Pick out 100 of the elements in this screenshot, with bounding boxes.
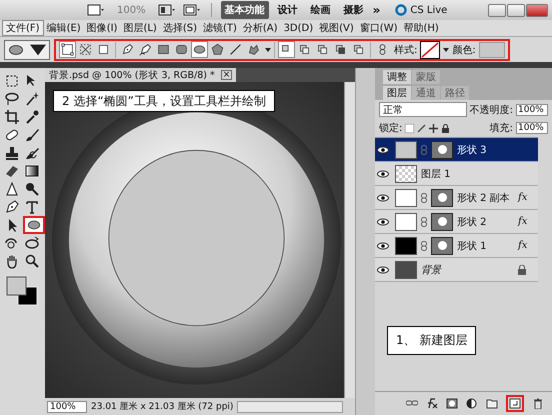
cs-live-icon[interactable] bbox=[395, 4, 408, 16]
chain-icon[interactable] bbox=[421, 216, 427, 226]
eye-icon[interactable] bbox=[377, 242, 389, 250]
menu-item[interactable]: 窗口(W) bbox=[356, 21, 400, 35]
instruction-callout: 2 选择“椭圆”工具，设置工具栏并绘制 bbox=[53, 90, 275, 112]
overflow-button[interactable]: » bbox=[372, 3, 380, 17]
lock-icon[interactable] bbox=[441, 124, 450, 132]
new-layer-button[interactable] bbox=[506, 395, 524, 412]
layer-name: 形状 2 副本 bbox=[457, 192, 511, 204]
opacity-label: 不透明度: bbox=[470, 104, 513, 116]
eye-icon[interactable] bbox=[377, 266, 389, 274]
panel-tab[interactable]: 通道 bbox=[412, 86, 440, 100]
workspace-button[interactable]: 摄影 bbox=[340, 1, 368, 19]
menu-item[interactable]: 视图(V) bbox=[316, 21, 357, 35]
brush-tool-icon[interactable] bbox=[23, 126, 41, 144]
trash-icon[interactable] bbox=[532, 398, 544, 409]
vector-mask-thumbnail bbox=[431, 188, 453, 206]
folder-icon[interactable] bbox=[486, 398, 498, 409]
instruction-callout: 1、 新建图层 bbox=[387, 326, 476, 355]
lock-label: 锁定: bbox=[379, 122, 402, 135]
polygon-tool-icon[interactable] bbox=[209, 41, 226, 58]
eye-icon[interactable] bbox=[377, 194, 389, 202]
effects-badge[interactable]: fx bbox=[518, 216, 538, 227]
layer-row[interactable]: 形状 3 bbox=[375, 138, 538, 162]
layer-row[interactable]: 形状 2 副本 fx bbox=[375, 186, 538, 210]
menu-item[interactable]: 分析(A) bbox=[240, 21, 281, 35]
caret-icon[interactable] bbox=[265, 48, 271, 52]
menu-item[interactable]: 编辑(E) bbox=[44, 21, 84, 35]
menu-item[interactable]: 滤镜(T) bbox=[200, 21, 240, 35]
eye-icon[interactable] bbox=[377, 170, 389, 178]
document-tab[interactable]: 背景.psd @ 100% (形状 3, RGB/8) * × bbox=[45, 68, 236, 82]
color-label: 颜色: bbox=[452, 44, 476, 56]
workspace-button[interactable]: 基本功能 bbox=[220, 1, 269, 19]
horizontal-scrollbar[interactable] bbox=[237, 400, 343, 412]
document-info: 23.01 厘米 x 21.03 厘米 (72 ppi) bbox=[91, 400, 234, 413]
vertical-scrollbar[interactable] bbox=[344, 82, 355, 398]
screen-mode-icon[interactable] bbox=[182, 3, 202, 17]
lock-icon bbox=[518, 264, 526, 274]
tab-close-button[interactable]: × bbox=[220, 70, 232, 80]
move-icon[interactable] bbox=[429, 124, 438, 132]
panel-tab[interactable]: 路径 bbox=[441, 86, 469, 100]
panel-tab[interactable]: 蒙版 bbox=[412, 70, 440, 84]
vector-mask-thumbnail bbox=[431, 140, 453, 158]
lasso-tool-icon[interactable] bbox=[3, 90, 21, 108]
layer-row[interactable]: 形状 1 fx bbox=[375, 234, 538, 258]
shape-layer-mode-icon[interactable] bbox=[59, 41, 76, 58]
layer-row[interactable]: 形状 2 fx bbox=[375, 210, 538, 234]
fill-field[interactable]: 100% bbox=[516, 122, 548, 134]
path-mode-icon[interactable] bbox=[77, 41, 94, 58]
close-button[interactable] bbox=[526, 4, 548, 16]
adjustment-icon[interactable] bbox=[466, 398, 478, 409]
layer-row[interactable]: 背景 bbox=[375, 258, 538, 282]
chain-icon[interactable] bbox=[421, 240, 427, 250]
zoom-tool-icon[interactable] bbox=[23, 252, 41, 270]
eye-icon[interactable] bbox=[377, 218, 389, 226]
caret-icon bbox=[30, 42, 46, 58]
opacity-field[interactable]: 100% bbox=[516, 104, 548, 116]
layer-name: 形状 2 bbox=[457, 216, 488, 228]
zoom-field[interactable]: 100% bbox=[47, 400, 87, 412]
vector-mask-thumbnail bbox=[431, 212, 453, 230]
cs-live-menu[interactable]: CS Live bbox=[410, 4, 448, 16]
color-swatches-icon[interactable] bbox=[6, 276, 38, 306]
menu-item[interactable]: 帮助(H) bbox=[400, 21, 442, 35]
effects-badge[interactable]: fx bbox=[518, 240, 538, 251]
workspace-button[interactable]: 设计 bbox=[274, 1, 302, 19]
mask-icon[interactable] bbox=[446, 398, 458, 409]
eye-icon[interactable] bbox=[377, 146, 389, 154]
layer-name: 形状 3 bbox=[457, 144, 488, 156]
dodge-tool-icon[interactable] bbox=[23, 180, 41, 198]
chain-icon[interactable] bbox=[421, 192, 427, 202]
layer-thumbnail bbox=[395, 164, 417, 182]
caret-icon[interactable] bbox=[443, 48, 450, 52]
effects-badge[interactable]: fx bbox=[518, 192, 538, 203]
blend-mode-dropdown[interactable]: 正常 bbox=[379, 102, 467, 117]
vector-mask-thumbnail bbox=[431, 236, 453, 254]
menu-item[interactable]: 图像(I) bbox=[84, 21, 120, 35]
ellipse-tool-icon[interactable] bbox=[23, 216, 45, 234]
color-swatch[interactable] bbox=[478, 42, 505, 58]
minimize-button[interactable] bbox=[488, 4, 506, 16]
tool-preset-picker[interactable] bbox=[4, 40, 50, 60]
menu-item[interactable]: 文件(F) bbox=[2, 20, 44, 36]
ellipse-tool-icon[interactable] bbox=[191, 41, 208, 58]
style-picker[interactable] bbox=[420, 40, 440, 58]
menu-item[interactable]: 图层(L) bbox=[120, 21, 160, 35]
style-label: 样式: bbox=[394, 44, 418, 56]
effects-icon[interactable] bbox=[426, 398, 438, 409]
fill-label: 填充: bbox=[490, 122, 513, 135]
panel-tab[interactable]: 图层 bbox=[383, 86, 411, 100]
layer-name: 图层 1 bbox=[421, 168, 452, 180]
layout-icon[interactable] bbox=[156, 3, 177, 17]
layer-row[interactable]: 图层 1 bbox=[375, 162, 538, 186]
panel-tab[interactable]: 调整 bbox=[383, 70, 411, 84]
menu-item[interactable]: 3D(D) bbox=[280, 22, 316, 34]
type-tool-icon[interactable] bbox=[23, 198, 41, 216]
menu-item[interactable]: 选择(S) bbox=[160, 21, 200, 35]
combine-mode-icon[interactable] bbox=[278, 41, 295, 58]
workspace-button[interactable]: 绘画 bbox=[306, 1, 335, 19]
crop-tool-icon[interactable] bbox=[3, 108, 21, 126]
maximize-button[interactable] bbox=[507, 4, 525, 16]
stamp-tool-icon[interactable] bbox=[3, 144, 21, 162]
